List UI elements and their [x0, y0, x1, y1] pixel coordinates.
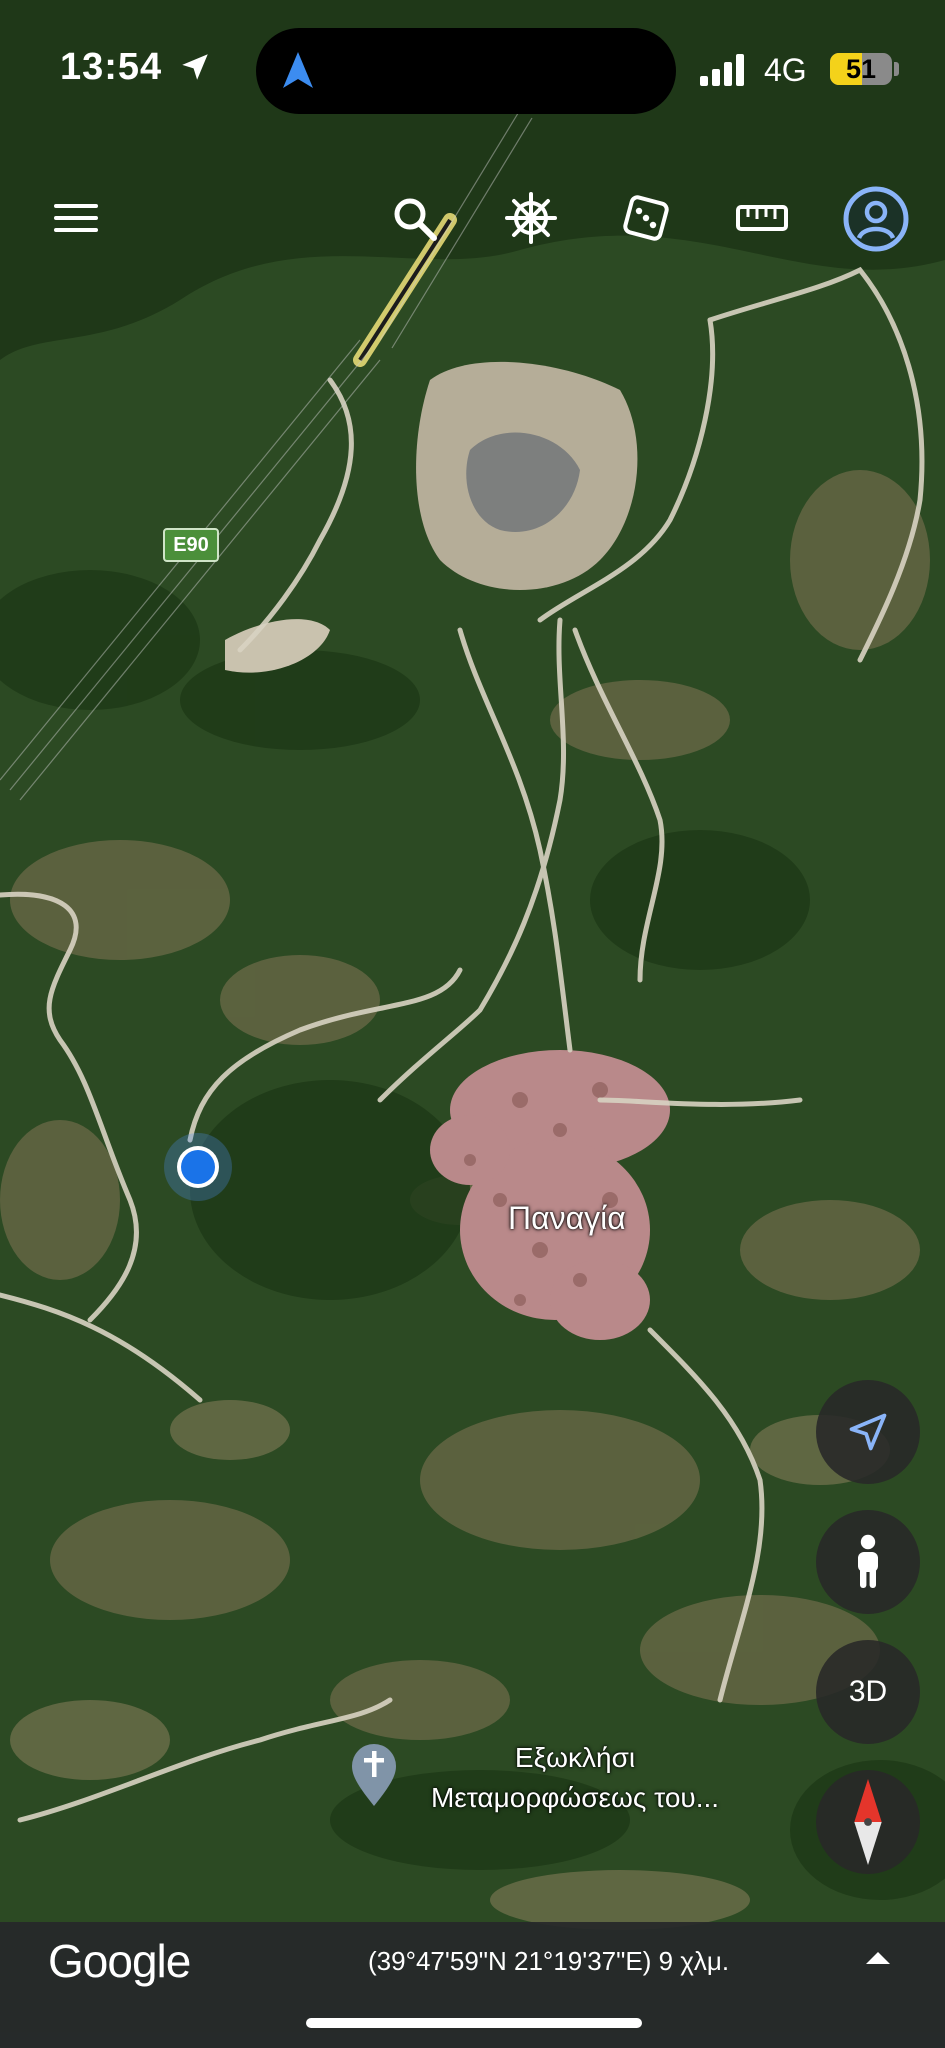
poi-label-line2: Μεταμορφώσεως του...: [430, 1782, 720, 1813]
coordinates-readout: (39°47'59"N 21°19'37"E) 9 χλμ.: [368, 1946, 730, 1976]
chevron-up-icon[interactable]: [864, 1948, 892, 1968]
compass-icon: [854, 1778, 882, 1866]
ruler-icon[interactable]: [726, 182, 798, 254]
3d-toggle-button[interactable]: 3D: [816, 1640, 920, 1744]
pegman-icon: [858, 1534, 878, 1588]
network-type: 4G: [764, 52, 807, 88]
3d-label: 3D: [848, 1675, 888, 1708]
compass-button[interactable]: [816, 1770, 920, 1874]
hamburger-menu-icon[interactable]: [40, 182, 112, 254]
home-indicator[interactable]: [306, 2018, 642, 2028]
road-shield-e90: E90: [163, 528, 219, 562]
battery-indicator: 51: [830, 53, 892, 85]
navigation-active-icon: [283, 52, 313, 88]
street-view-button[interactable]: [816, 1510, 920, 1614]
search-icon[interactable]: [378, 182, 450, 254]
poi-label[interactable]: Εξωκλήσι Μεταμορφώσεως του...: [400, 1738, 750, 1818]
my-location-button[interactable]: [816, 1380, 920, 1484]
cross-pin-icon[interactable]: [350, 1742, 398, 1808]
ship-wheel-icon[interactable]: [495, 182, 567, 254]
battery-tip: [894, 62, 899, 76]
google-logo: Google: [48, 1935, 191, 1987]
place-label-panagia[interactable]: Παναγία: [508, 1200, 626, 1237]
navigation-arrow-icon: [849, 1413, 887, 1451]
poi-label-line1: Εξωκλήσι: [514, 1742, 636, 1773]
dynamic-island: [256, 28, 676, 114]
user-avatar-icon[interactable]: [841, 184, 911, 254]
status-time: 13:54: [60, 46, 163, 88]
signal-bars-icon: [700, 54, 744, 86]
dice-icon[interactable]: [610, 182, 682, 254]
battery-percent: 51: [845, 54, 877, 84]
location-arrow-icon: [182, 54, 208, 80]
